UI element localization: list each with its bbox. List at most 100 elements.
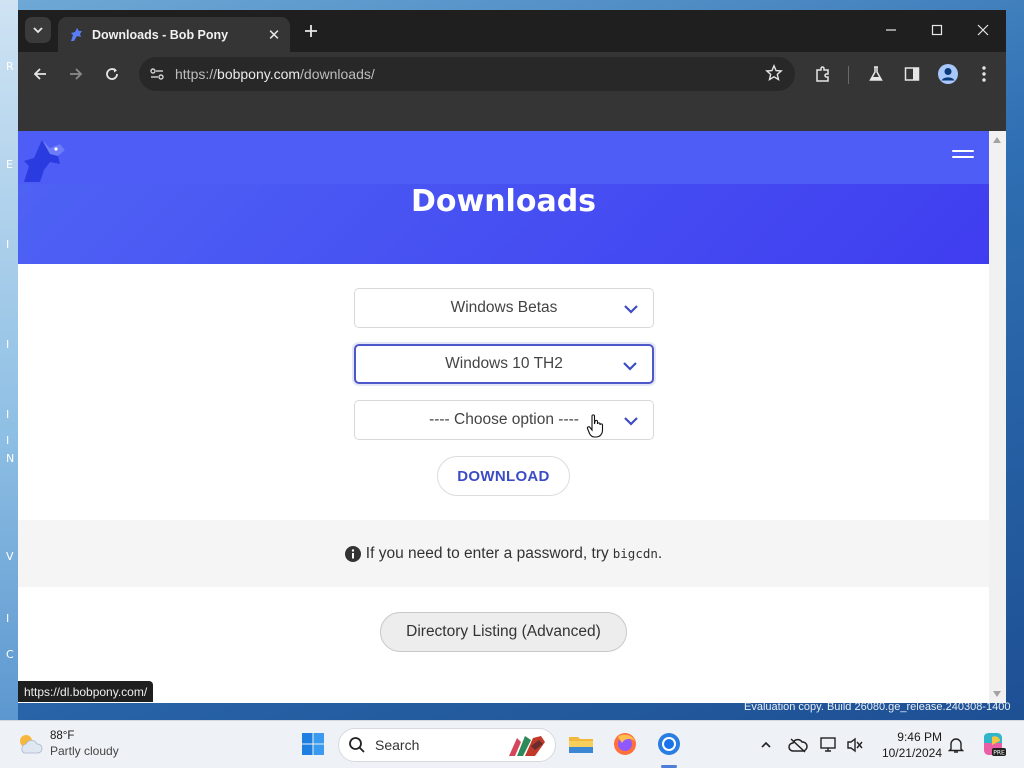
hand-pointer-cursor-icon [586, 414, 604, 438]
address-bar[interactable]: https://bobpony.com/downloads/ [139, 57, 795, 91]
category-select-value: Windows Betas [450, 299, 558, 316]
chevron-down-icon [623, 362, 637, 371]
file-explorer-button[interactable] [566, 729, 596, 759]
password-notice: If you need to enter a password, try big… [18, 520, 989, 587]
desktop-icon-label[interactable]: I [6, 434, 9, 447]
url-text: https://bobpony.com/downloads/ [175, 66, 375, 82]
close-tab-icon[interactable]: ✕ [264, 25, 284, 45]
bell-icon [948, 738, 964, 753]
new-tab-button[interactable] [300, 20, 322, 42]
notifications-button[interactable] [946, 735, 966, 755]
search-highlight-art-icon [509, 736, 545, 756]
cloud-offline-icon [788, 738, 808, 753]
reload-button[interactable] [100, 62, 124, 86]
search-icon [349, 737, 365, 753]
site-header [18, 131, 989, 184]
chevron-down-icon [624, 305, 638, 314]
desktop-icon-label[interactable]: I [6, 408, 9, 421]
directory-listing-button[interactable]: Directory Listing (Advanced) [380, 612, 627, 652]
forward-button[interactable] [64, 62, 88, 86]
maximize-button[interactable] [925, 18, 949, 42]
link-status-bubble: https://dl.bobpony.com/ [18, 681, 154, 702]
bookmarks-bar [18, 96, 1006, 131]
speaker-muted-icon [847, 737, 863, 753]
download-button[interactable]: DOWNLOAD [437, 456, 570, 496]
firefox-button[interactable] [610, 729, 640, 759]
flask-icon [869, 66, 883, 81]
desktop-icon-label[interactable]: N [6, 452, 14, 465]
bookmark-star-icon[interactable] [765, 64, 783, 87]
desktop-icon-label[interactable]: V [6, 550, 14, 563]
desktop-icon-label[interactable]: E [6, 158, 13, 171]
system-clock[interactable]: 9:46 PM 10/21/2024 [874, 729, 942, 761]
taskbar: 88°F Partly cloudy Search 9:46 PM 10/21/… [0, 720, 1024, 768]
weather-condition: Partly cloudy [50, 744, 119, 758]
tab-search-button[interactable] [25, 17, 51, 43]
version-select[interactable]: Windows 10 TH2 [354, 344, 654, 384]
search-label: Search [375, 737, 420, 753]
side-panel-button[interactable] [900, 62, 924, 86]
chevron-down-icon [33, 27, 43, 34]
clock-time: 9:46 PM [897, 730, 942, 744]
windows-logo-icon [302, 733, 324, 755]
minimize-icon [886, 29, 896, 31]
scroll-up-icon[interactable] [993, 137, 1001, 143]
desktop-icon-label[interactable]: I [6, 238, 9, 251]
folder-icon [569, 737, 593, 753]
page-viewport: Downloads Windows Betas Windows 10 TH2 -… [18, 131, 1006, 703]
show-hidden-icons-button[interactable] [756, 735, 776, 755]
hamburger-menu-icon[interactable] [952, 150, 974, 164]
desktop-icon-label[interactable]: I [6, 612, 9, 625]
close-window-button[interactable] [971, 18, 995, 42]
start-button[interactable] [298, 729, 328, 759]
hero-banner: Downloads [18, 184, 989, 264]
scroll-down-icon[interactable] [993, 691, 1001, 697]
weather-widget[interactable]: 88°F Partly cloudy [16, 729, 119, 759]
toolbar-divider [848, 66, 849, 84]
volume-button[interactable] [845, 735, 865, 755]
puzzle-icon [816, 66, 829, 82]
close-icon [977, 24, 989, 36]
tab-title: Downloads - Bob Pony [92, 27, 229, 42]
browser-window: Downloads - Bob Pony ✕ https://bobpony.c… [18, 10, 1006, 703]
profile-button[interactable] [936, 62, 960, 86]
build-select[interactable]: ---- Choose option ---- [354, 400, 654, 440]
taskbar-search[interactable]: Search [338, 728, 556, 762]
notice-text: If you need to enter a password, try [365, 544, 609, 562]
firefox-icon [614, 733, 636, 755]
version-select-value: Windows 10 TH2 [445, 355, 563, 372]
build-select-value: ---- Choose option ---- [429, 411, 579, 428]
bobpony-favicon-icon [71, 27, 82, 41]
bobpony-logo[interactable] [20, 134, 70, 184]
url-scheme: https:// [175, 66, 218, 82]
onedrive-status-button[interactable] [788, 735, 808, 755]
desktop-icon-label[interactable]: R [6, 60, 14, 73]
chevron-down-icon [624, 417, 638, 426]
more-vertical-icon [982, 66, 986, 82]
labs-button[interactable] [864, 62, 888, 86]
page-scrollbar[interactable] [989, 131, 1006, 703]
copilot-pre-icon: PRE [984, 733, 1006, 756]
plus-icon [305, 25, 317, 37]
desktop-icon-label[interactable]: C [6, 648, 14, 661]
extensions-button[interactable] [811, 62, 835, 86]
chrome-button[interactable] [654, 729, 684, 759]
arrow-right-icon [70, 68, 83, 80]
svg-text:PRE: PRE [993, 749, 1005, 756]
desktop-icon-label[interactable]: I [6, 338, 9, 351]
reload-icon [106, 68, 118, 80]
copilot-button[interactable]: PRE [978, 729, 1008, 759]
browser-menu-button[interactable] [972, 62, 996, 86]
category-select[interactable]: Windows Betas [354, 288, 654, 328]
network-button[interactable] [819, 735, 839, 755]
minimize-button[interactable] [879, 18, 903, 42]
browser-toolbar: https://bobpony.com/downloads/ [18, 52, 1006, 96]
site-settings-icon[interactable] [147, 64, 167, 84]
tab-active[interactable]: Downloads - Bob Pony ✕ [58, 17, 290, 52]
chevron-up-icon [761, 741, 771, 748]
profile-avatar-icon [938, 64, 958, 84]
clock-date: 10/21/2024 [881, 746, 942, 760]
weather-temp: 88°F [50, 730, 75, 742]
back-button[interactable] [28, 62, 52, 86]
url-path: /downloads/ [300, 66, 375, 82]
